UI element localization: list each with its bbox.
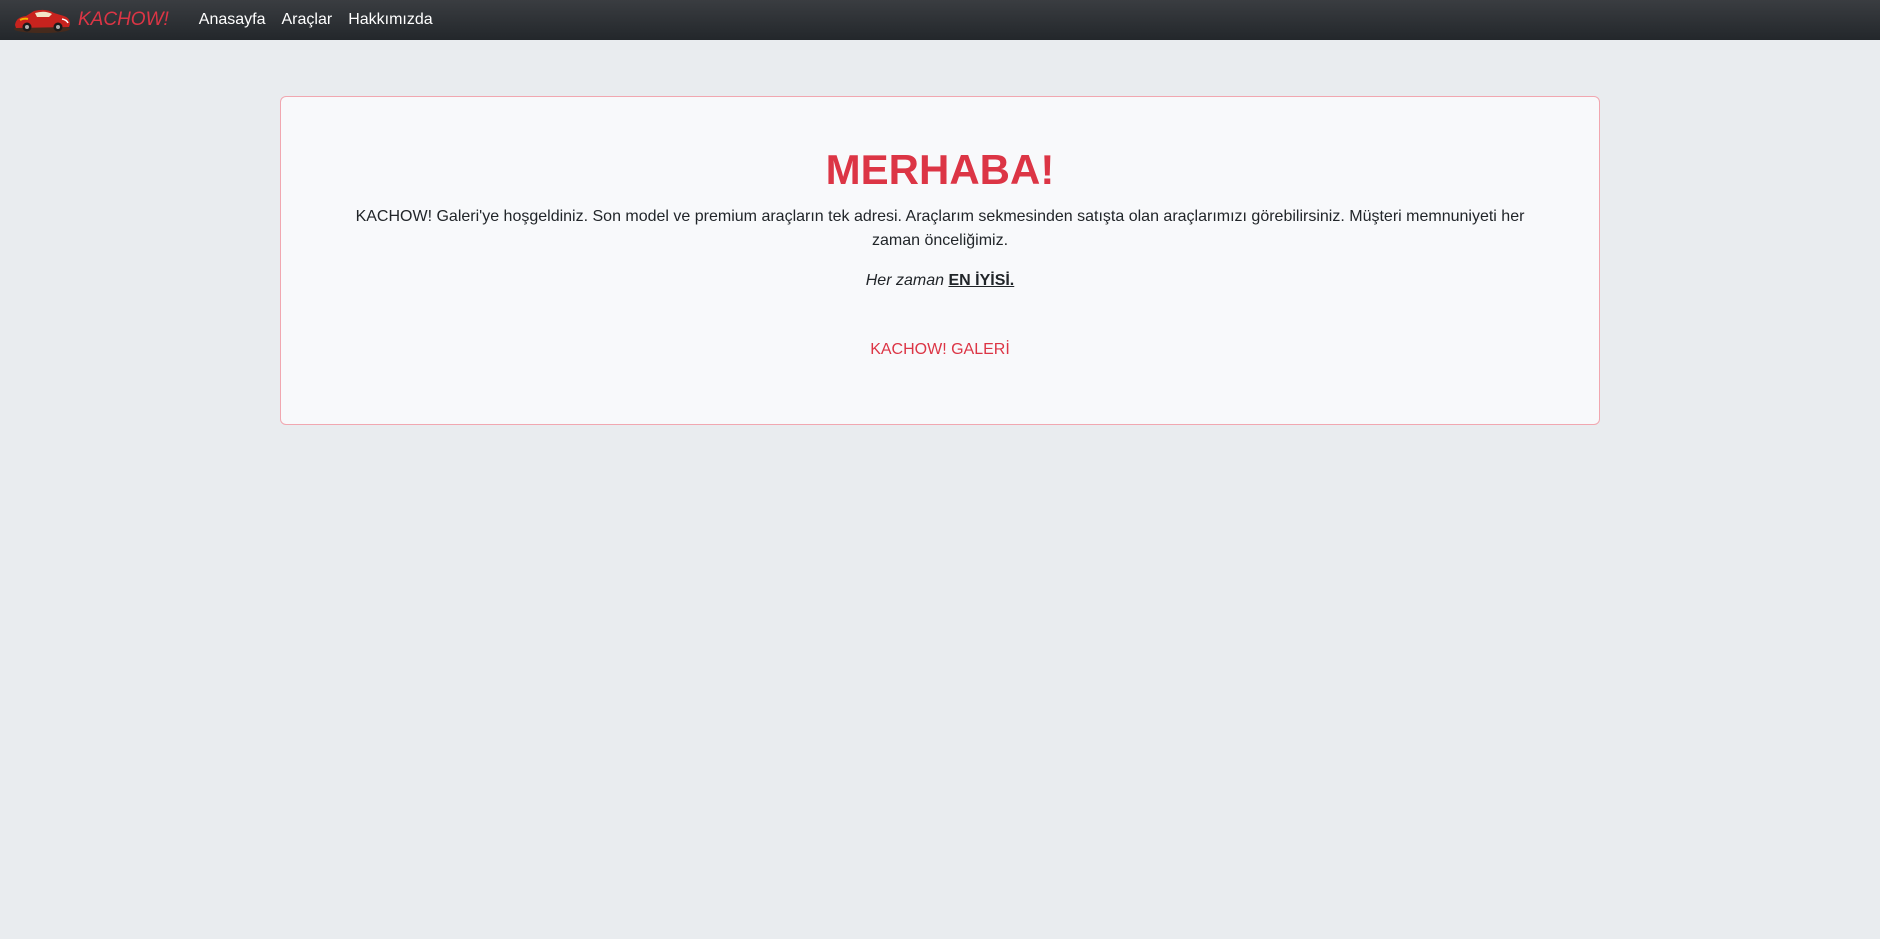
gallery-link[interactable]: KACHOW! GALERİ (870, 341, 1010, 359)
welcome-title: MERHABA! (825, 146, 1055, 193)
nav-link-anasayfa[interactable]: Anasayfa (199, 11, 266, 29)
top-navbar: KACHOW! Anasayfa Araçlar Hakkımızda (0, 0, 1880, 40)
brand-link[interactable]: KACHOW! (12, 5, 169, 35)
welcome-description: KACHOW! Galeri'ye hoşgeldiniz. Son model… (355, 208, 1525, 249)
nav-link-araclar[interactable]: Araçlar (282, 11, 333, 29)
brand-name: KACHOW! (78, 9, 169, 30)
motto-prefix: Her zaman (865, 272, 944, 289)
race-car-icon (14, 9, 70, 33)
nav-link-hakkimizda[interactable]: Hakkımızda (348, 11, 432, 29)
motto-emphasis: EN İYİSİ. (948, 272, 1015, 289)
welcome-card: MERHABA! KACHOW! Galeri'ye hoşgeldiniz. … (280, 96, 1600, 425)
motto-line: Her zaman EN İYİSİ. (281, 269, 1599, 293)
